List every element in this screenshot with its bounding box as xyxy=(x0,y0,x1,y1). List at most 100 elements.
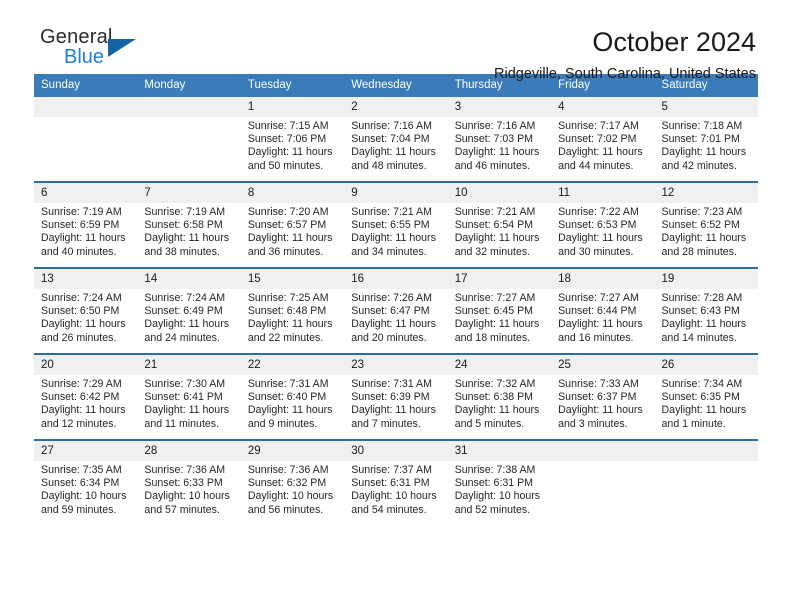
day-number: 24 xyxy=(447,355,552,375)
day-cell[interactable]: 1 Sunrise: 7:15 AM Sunset: 7:06 PM Dayli… xyxy=(240,97,345,182)
day-details: Sunrise: 7:28 AM Sunset: 6:43 PM Dayligh… xyxy=(655,289,758,345)
general-blue-logo: General Blue xyxy=(34,26,160,74)
day-cell[interactable]: 14 Sunrise: 7:24 AM Sunset: 6:49 PM Dayl… xyxy=(137,267,241,354)
logo-primary-text: General xyxy=(40,26,113,48)
sunset-text: Sunset: 6:35 PM xyxy=(661,391,740,404)
page-subtitle-location: Ridgeville, South Carolina, United State… xyxy=(494,66,756,82)
day-cell[interactable]: 17 Sunrise: 7:27 AM Sunset: 6:45 PM Dayl… xyxy=(447,267,552,354)
day-cell[interactable]: 4 Sunrise: 7:17 AM Sunset: 7:02 PM Dayli… xyxy=(551,97,655,182)
daylight-text-line1: Daylight: 11 hours xyxy=(41,232,126,245)
day-details: Sunrise: 7:27 AM Sunset: 6:44 PM Dayligh… xyxy=(551,289,654,345)
day-number: 22 xyxy=(240,355,345,375)
sunrise-text: Sunrise: 7:18 AM xyxy=(661,120,743,132)
day-cell[interactable]: 10 Sunrise: 7:21 AM Sunset: 6:54 PM Dayl… xyxy=(447,181,552,268)
day-cell[interactable]: 26 Sunrise: 7:34 AM Sunset: 6:35 PM Dayl… xyxy=(654,353,758,440)
day-cell[interactable] xyxy=(654,439,758,525)
day-cell[interactable] xyxy=(551,439,655,525)
day-details: Sunrise: 7:19 AM Sunset: 6:58 PM Dayligh… xyxy=(137,203,240,259)
daylight-text-line2: and 46 minutes. xyxy=(454,159,531,172)
daylight-text-line2: and 36 minutes. xyxy=(247,245,324,258)
sunset-text: Sunset: 6:55 PM xyxy=(351,219,430,232)
day-number: 15 xyxy=(240,269,345,289)
day-cell[interactable]: 2 Sunrise: 7:16 AM Sunset: 7:04 PM Dayli… xyxy=(344,97,448,182)
day-cell[interactable]: 6 Sunrise: 7:19 AM Sunset: 6:59 PM Dayli… xyxy=(34,181,138,268)
day-cell[interactable]: 23 Sunrise: 7:31 AM Sunset: 6:39 PM Dayl… xyxy=(344,353,448,440)
sunrise-text: Sunrise: 7:27 AM xyxy=(558,292,639,304)
day-cell[interactable]: 12 Sunrise: 7:23 AM Sunset: 6:52 PM Dayl… xyxy=(654,181,758,268)
day-cell[interactable]: 16 Sunrise: 7:26 AM Sunset: 6:47 PM Dayl… xyxy=(344,267,448,354)
sunrise-text: Sunrise: 7:38 AM xyxy=(454,464,536,476)
daylight-text-line1: Daylight: 10 hours xyxy=(351,490,437,503)
day-cell[interactable]: 30 Sunrise: 7:37 AM Sunset: 6:31 PM Dayl… xyxy=(344,439,448,525)
day-number: 13 xyxy=(34,269,138,289)
day-cell[interactable]: 29 Sunrise: 7:36 AM Sunset: 6:32 PM Dayl… xyxy=(240,439,345,525)
day-cell[interactable]: 8 Sunrise: 7:20 AM Sunset: 6:57 PM Dayli… xyxy=(240,181,345,268)
day-cell[interactable]: 22 Sunrise: 7:31 AM Sunset: 6:40 PM Dayl… xyxy=(240,353,345,440)
sunset-text: Sunset: 6:34 PM xyxy=(41,477,120,490)
daylight-text-line2: and 12 minutes. xyxy=(41,417,117,430)
daylight-text-line1: Daylight: 11 hours xyxy=(247,318,333,331)
sunset-text: Sunset: 6:49 PM xyxy=(144,305,223,318)
sunset-text: Sunset: 6:54 PM xyxy=(454,219,534,232)
day-cell[interactable]: 13 Sunrise: 7:24 AM Sunset: 6:50 PM Dayl… xyxy=(34,267,138,354)
day-cell[interactable]: 20 Sunrise: 7:29 AM Sunset: 6:42 PM Dayl… xyxy=(34,353,138,440)
day-number: 28 xyxy=(137,441,241,461)
daylight-text-line1: Daylight: 11 hours xyxy=(144,318,230,331)
day-cell[interactable]: 19 Sunrise: 7:28 AM Sunset: 6:43 PM Dayl… xyxy=(654,267,758,354)
sunrise-text: Sunrise: 7:26 AM xyxy=(351,292,432,304)
day-number: 3 xyxy=(447,97,552,117)
day-details: Sunrise: 7:22 AM Sunset: 6:53 PM Dayligh… xyxy=(551,203,654,259)
daylight-text-line1: Daylight: 11 hours xyxy=(41,404,126,417)
day-cell[interactable] xyxy=(34,97,138,182)
daylight-text-line2: and 7 minutes. xyxy=(351,417,421,430)
day-details: Sunrise: 7:16 AM Sunset: 7:03 PM Dayligh… xyxy=(448,117,551,173)
sunset-text: Sunset: 6:40 PM xyxy=(247,391,327,404)
day-cell[interactable]: 11 Sunrise: 7:22 AM Sunset: 6:53 PM Dayl… xyxy=(551,181,655,268)
daylight-text-line1: Daylight: 11 hours xyxy=(558,318,643,331)
daylight-text-line1: Daylight: 11 hours xyxy=(454,232,540,245)
day-cell[interactable] xyxy=(137,97,241,182)
day-cell[interactable]: 31 Sunrise: 7:38 AM Sunset: 6:31 PM Dayl… xyxy=(447,439,552,525)
day-cell[interactable]: 3 Sunrise: 7:16 AM Sunset: 7:03 PM Dayli… xyxy=(447,97,552,182)
day-number: 20 xyxy=(34,355,138,375)
sunrise-text: Sunrise: 7:34 AM xyxy=(661,378,743,390)
day-number: 5 xyxy=(654,97,758,117)
day-cell[interactable]: 5 Sunrise: 7:18 AM Sunset: 7:01 PM Dayli… xyxy=(654,97,758,182)
sunrise-text: Sunrise: 7:21 AM xyxy=(454,206,536,218)
day-cell[interactable]: 7 Sunrise: 7:19 AM Sunset: 6:58 PM Dayli… xyxy=(137,181,241,268)
day-details xyxy=(551,461,654,464)
daylight-text-line2: and 57 minutes. xyxy=(144,503,220,516)
page-header: General Blue October 2024 Ridgeville, So… xyxy=(34,0,758,82)
daylight-text-line1: Daylight: 11 hours xyxy=(247,404,333,417)
sunset-text: Sunset: 6:58 PM xyxy=(144,219,223,232)
daylight-text-line1: Daylight: 11 hours xyxy=(661,404,747,417)
day-number: 31 xyxy=(447,441,552,461)
day-cell[interactable]: 18 Sunrise: 7:27 AM Sunset: 6:44 PM Dayl… xyxy=(551,267,655,354)
sunrise-text: Sunrise: 7:37 AM xyxy=(351,464,432,476)
daylight-text-line1: Daylight: 11 hours xyxy=(661,146,747,159)
day-details: Sunrise: 7:37 AM Sunset: 6:31 PM Dayligh… xyxy=(344,461,447,517)
day-cell[interactable]: 15 Sunrise: 7:25 AM Sunset: 6:48 PM Dayl… xyxy=(240,267,345,354)
day-number: 23 xyxy=(344,355,448,375)
day-cell[interactable]: 24 Sunrise: 7:32 AM Sunset: 6:38 PM Dayl… xyxy=(447,353,552,440)
day-cell[interactable]: 25 Sunrise: 7:33 AM Sunset: 6:37 PM Dayl… xyxy=(551,353,655,440)
sunrise-text: Sunrise: 7:35 AM xyxy=(41,464,122,476)
day-cell[interactable]: 21 Sunrise: 7:30 AM Sunset: 6:41 PM Dayl… xyxy=(137,353,241,440)
daylight-text-line2: and 38 minutes. xyxy=(144,245,220,258)
title-block: October 2024 Ridgeville, South Carolina,… xyxy=(494,26,758,84)
daylight-text-line2: and 3 minutes. xyxy=(558,417,628,430)
sunrise-text: Sunrise: 7:24 AM xyxy=(144,292,226,304)
sunrise-text: Sunrise: 7:20 AM xyxy=(247,206,329,218)
day-cell[interactable]: 9 Sunrise: 7:21 AM Sunset: 6:55 PM Dayli… xyxy=(344,181,448,268)
sunset-text: Sunset: 6:33 PM xyxy=(144,477,223,490)
day-cell[interactable]: 28 Sunrise: 7:36 AM Sunset: 6:33 PM Dayl… xyxy=(137,439,241,525)
day-cell[interactable]: 27 Sunrise: 7:35 AM Sunset: 6:34 PM Dayl… xyxy=(34,439,138,525)
sunset-text: Sunset: 6:43 PM xyxy=(661,305,740,318)
logo-secondary-text: Blue xyxy=(64,46,105,68)
day-details: Sunrise: 7:38 AM Sunset: 6:31 PM Dayligh… xyxy=(448,461,551,517)
daylight-text-line2: and 40 minutes. xyxy=(41,245,117,258)
day-details: Sunrise: 7:31 AM Sunset: 6:40 PM Dayligh… xyxy=(241,375,344,431)
sunset-text: Sunset: 6:31 PM xyxy=(454,477,534,490)
sunset-text: Sunset: 6:57 PM xyxy=(247,219,327,232)
daylight-text-line2: and 52 minutes. xyxy=(454,503,531,516)
